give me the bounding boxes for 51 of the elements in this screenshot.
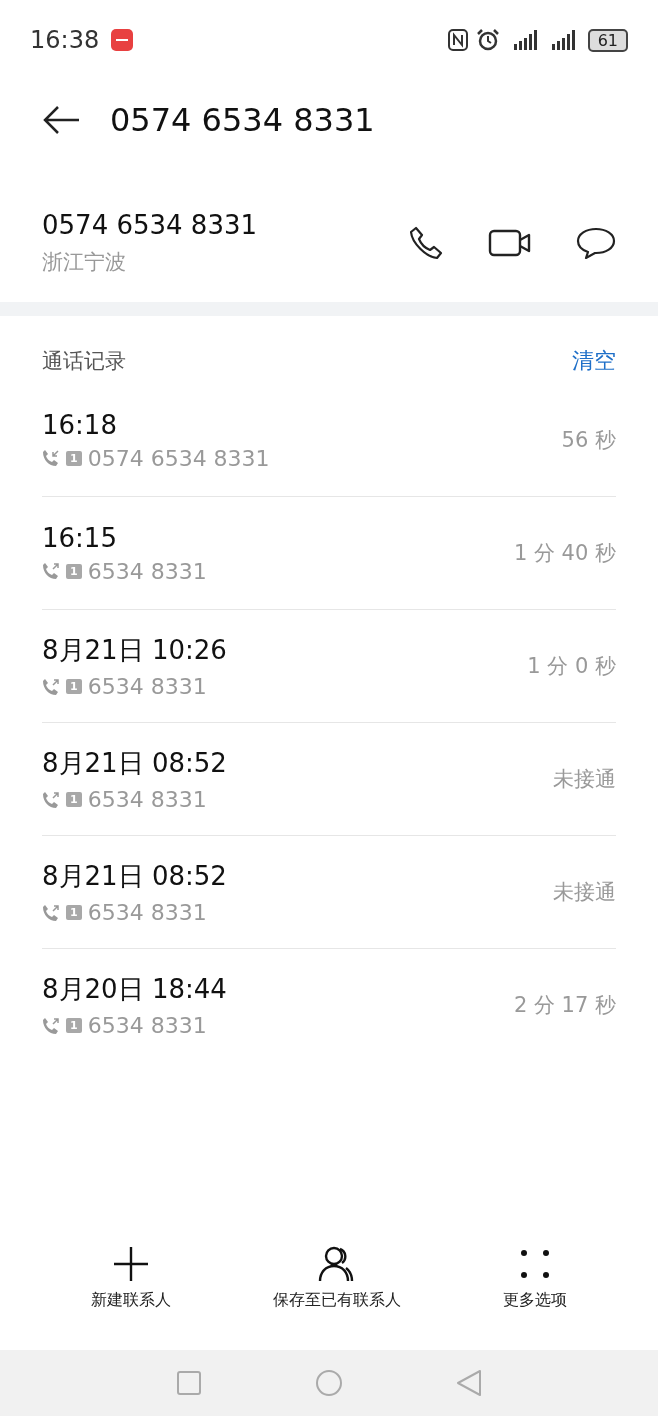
outgoing-call-icon	[42, 562, 60, 580]
battery-indicator: 61	[587, 28, 628, 52]
call-time: 8月20日 18:44	[42, 973, 227, 1006]
sim-badge: 1	[66, 563, 82, 579]
alarm-icon	[475, 29, 500, 51]
call-duration: 1 分 40 秒	[513, 540, 616, 567]
nfc-icon	[447, 29, 468, 51]
app-icon	[111, 29, 134, 51]
call-number: 6534 8331	[87, 1013, 207, 1038]
call-number: 6534 8331	[87, 900, 207, 925]
sim-badge: 1	[66, 792, 82, 807]
call-duration: 未接通	[553, 879, 616, 906]
incoming-call-icon	[42, 449, 60, 467]
sim-badge: 1	[66, 450, 82, 466]
phone-number: 0574 6534 8331	[42, 210, 259, 240]
outgoing-call-icon	[42, 677, 60, 696]
phone-icon[interactable]	[408, 225, 444, 261]
number-location: 浙江宁波	[42, 249, 127, 276]
section-title: 通话记录	[42, 348, 126, 375]
call-duration: 未接通	[553, 766, 616, 793]
call-time: 8月21日 08:52	[42, 860, 227, 893]
clear-link[interactable]: 清空	[572, 346, 616, 376]
call-time: 16:18	[42, 409, 118, 440]
contacts-icon	[318, 1246, 356, 1282]
sim-badge: 1	[66, 679, 82, 694]
call-time: 8月21日 10:26	[42, 634, 227, 667]
sim-badge: 1	[66, 905, 82, 920]
call-time: 16:15	[42, 522, 118, 553]
call-duration: 56 秒	[561, 427, 616, 454]
signal-icon	[551, 30, 576, 50]
action-button[interactable]: 新建联系人	[85, 1240, 177, 1340]
call-duration: 1 分 0 秒	[527, 653, 616, 680]
back-arrow-icon[interactable]	[42, 105, 80, 135]
action-button[interactable]: 更多选项	[497, 1240, 573, 1340]
signal-icon	[513, 30, 538, 50]
page-title: 0574 6534 8331	[110, 101, 375, 139]
call-number: 6534 8331	[87, 558, 207, 584]
call-number: 6534 8331	[87, 674, 207, 699]
status-time: 16:38	[30, 26, 100, 54]
call-time: 8月21日 08:52	[42, 747, 227, 780]
call-number: 6534 8331	[87, 787, 207, 812]
plus-icon	[113, 1246, 149, 1282]
outgoing-call-icon	[42, 903, 60, 922]
call-duration: 2 分 17 秒	[513, 992, 616, 1019]
message-icon[interactable]	[576, 226, 616, 260]
outgoing-call-icon	[42, 1016, 60, 1035]
action-button[interactable]: 保存至已有联系人	[267, 1240, 407, 1340]
call-number: 0574 6534 8331	[87, 445, 270, 471]
video-call-icon[interactable]	[488, 228, 532, 258]
outgoing-call-icon	[42, 790, 60, 809]
sim-badge: 1	[66, 1018, 82, 1033]
